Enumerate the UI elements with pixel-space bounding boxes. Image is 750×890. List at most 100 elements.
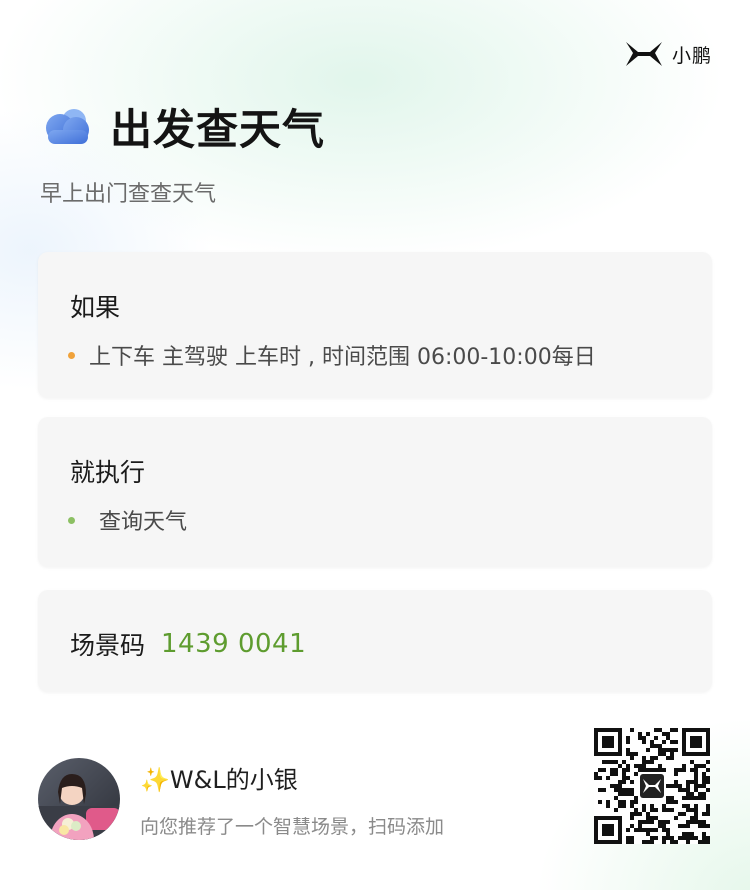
qr-module xyxy=(690,740,694,744)
condition-card: 如果 上下车 主驾驶 上车时 , 时间范围 06:00-10:00每日 xyxy=(38,252,712,398)
page-header: 出发查天气 xyxy=(40,96,325,157)
qr-module xyxy=(610,816,614,820)
qr-module xyxy=(594,840,598,844)
qr-module xyxy=(606,752,610,756)
qr-module xyxy=(594,824,598,828)
qr-module xyxy=(658,748,662,752)
qr-module xyxy=(678,836,682,840)
qr-module xyxy=(690,808,694,812)
qr-module xyxy=(638,820,642,824)
qr-module xyxy=(698,820,702,824)
qr-module xyxy=(650,744,654,748)
qr-module xyxy=(626,764,630,768)
qr-module xyxy=(682,764,686,768)
qr-module xyxy=(602,840,606,844)
qr-module xyxy=(670,728,674,732)
qr-module xyxy=(670,740,674,744)
qr-module xyxy=(666,736,670,740)
qr-module xyxy=(614,816,618,820)
qr-module xyxy=(706,768,710,772)
qr-module xyxy=(630,728,634,732)
qr-module xyxy=(626,752,630,756)
qr-module xyxy=(630,824,634,828)
qr-module xyxy=(682,748,686,752)
qr-module xyxy=(614,760,618,764)
qr-module xyxy=(622,780,626,784)
qr-module xyxy=(694,752,698,756)
qr-module xyxy=(686,780,690,784)
qr-module xyxy=(602,832,606,836)
qr-module xyxy=(690,820,694,824)
qr-module xyxy=(702,836,706,840)
qr-module xyxy=(702,840,706,844)
qr-module xyxy=(706,840,710,844)
scene-code-label: 场景码 xyxy=(70,631,146,660)
qr-module xyxy=(642,740,646,744)
qr-module xyxy=(594,776,598,780)
qr-module xyxy=(610,828,614,832)
qr-module xyxy=(618,764,622,768)
qr-module xyxy=(698,764,702,768)
qr-module xyxy=(594,744,598,748)
qr-module xyxy=(686,752,690,756)
qr-module xyxy=(654,836,658,840)
qr-module xyxy=(614,768,618,772)
qr-module xyxy=(630,836,634,840)
qr-code-icon[interactable] xyxy=(594,728,710,844)
qr-module xyxy=(606,776,610,780)
qr-module xyxy=(594,736,598,740)
qr-module xyxy=(662,828,666,832)
qr-module xyxy=(618,788,622,792)
qr-module xyxy=(614,728,618,732)
qr-module xyxy=(610,832,614,836)
page-subtitle: 早上出门查查天气 xyxy=(40,182,217,207)
qr-module xyxy=(606,840,610,844)
condition-heading: 如果 xyxy=(70,293,121,322)
qr-module xyxy=(686,836,690,840)
qr-module xyxy=(638,736,642,740)
qr-module xyxy=(602,828,606,832)
qr-module xyxy=(598,752,602,756)
qr-module xyxy=(702,832,706,836)
qr-module xyxy=(638,732,642,736)
qr-module xyxy=(690,792,694,796)
qr-module xyxy=(678,812,682,816)
qr-module xyxy=(634,800,638,804)
qr-module xyxy=(694,808,698,812)
qr-module xyxy=(702,784,706,788)
qr-module xyxy=(606,736,610,740)
qr-module xyxy=(618,748,622,752)
qr-module xyxy=(634,812,638,816)
qr-module xyxy=(698,752,702,756)
qr-module xyxy=(702,792,706,796)
qr-module xyxy=(686,784,690,788)
qr-module xyxy=(614,784,618,788)
qr-module xyxy=(686,728,690,732)
qr-module xyxy=(690,780,694,784)
qr-module xyxy=(606,804,610,808)
qr-module xyxy=(646,820,650,824)
qr-module xyxy=(686,804,690,808)
qr-module xyxy=(630,804,634,808)
qr-module xyxy=(682,832,686,836)
user-name: ✨W&L的小银 xyxy=(140,766,298,794)
qr-module xyxy=(690,836,694,840)
qr-module xyxy=(618,744,622,748)
qr-module xyxy=(618,728,622,732)
action-heading: 就执行 xyxy=(70,458,146,487)
qr-module xyxy=(606,728,610,732)
qr-module xyxy=(674,728,678,732)
qr-module xyxy=(694,768,698,772)
qr-module xyxy=(642,768,646,772)
qr-module xyxy=(674,784,678,788)
qr-module xyxy=(674,772,678,776)
qr-module xyxy=(694,820,698,824)
qr-module xyxy=(634,752,638,756)
qr-module xyxy=(618,816,622,820)
qr-module xyxy=(682,788,686,792)
qr-module xyxy=(686,796,690,800)
qr-module xyxy=(602,768,606,772)
qr-module xyxy=(662,804,666,808)
qr-module xyxy=(698,840,702,844)
qr-module xyxy=(626,740,630,744)
